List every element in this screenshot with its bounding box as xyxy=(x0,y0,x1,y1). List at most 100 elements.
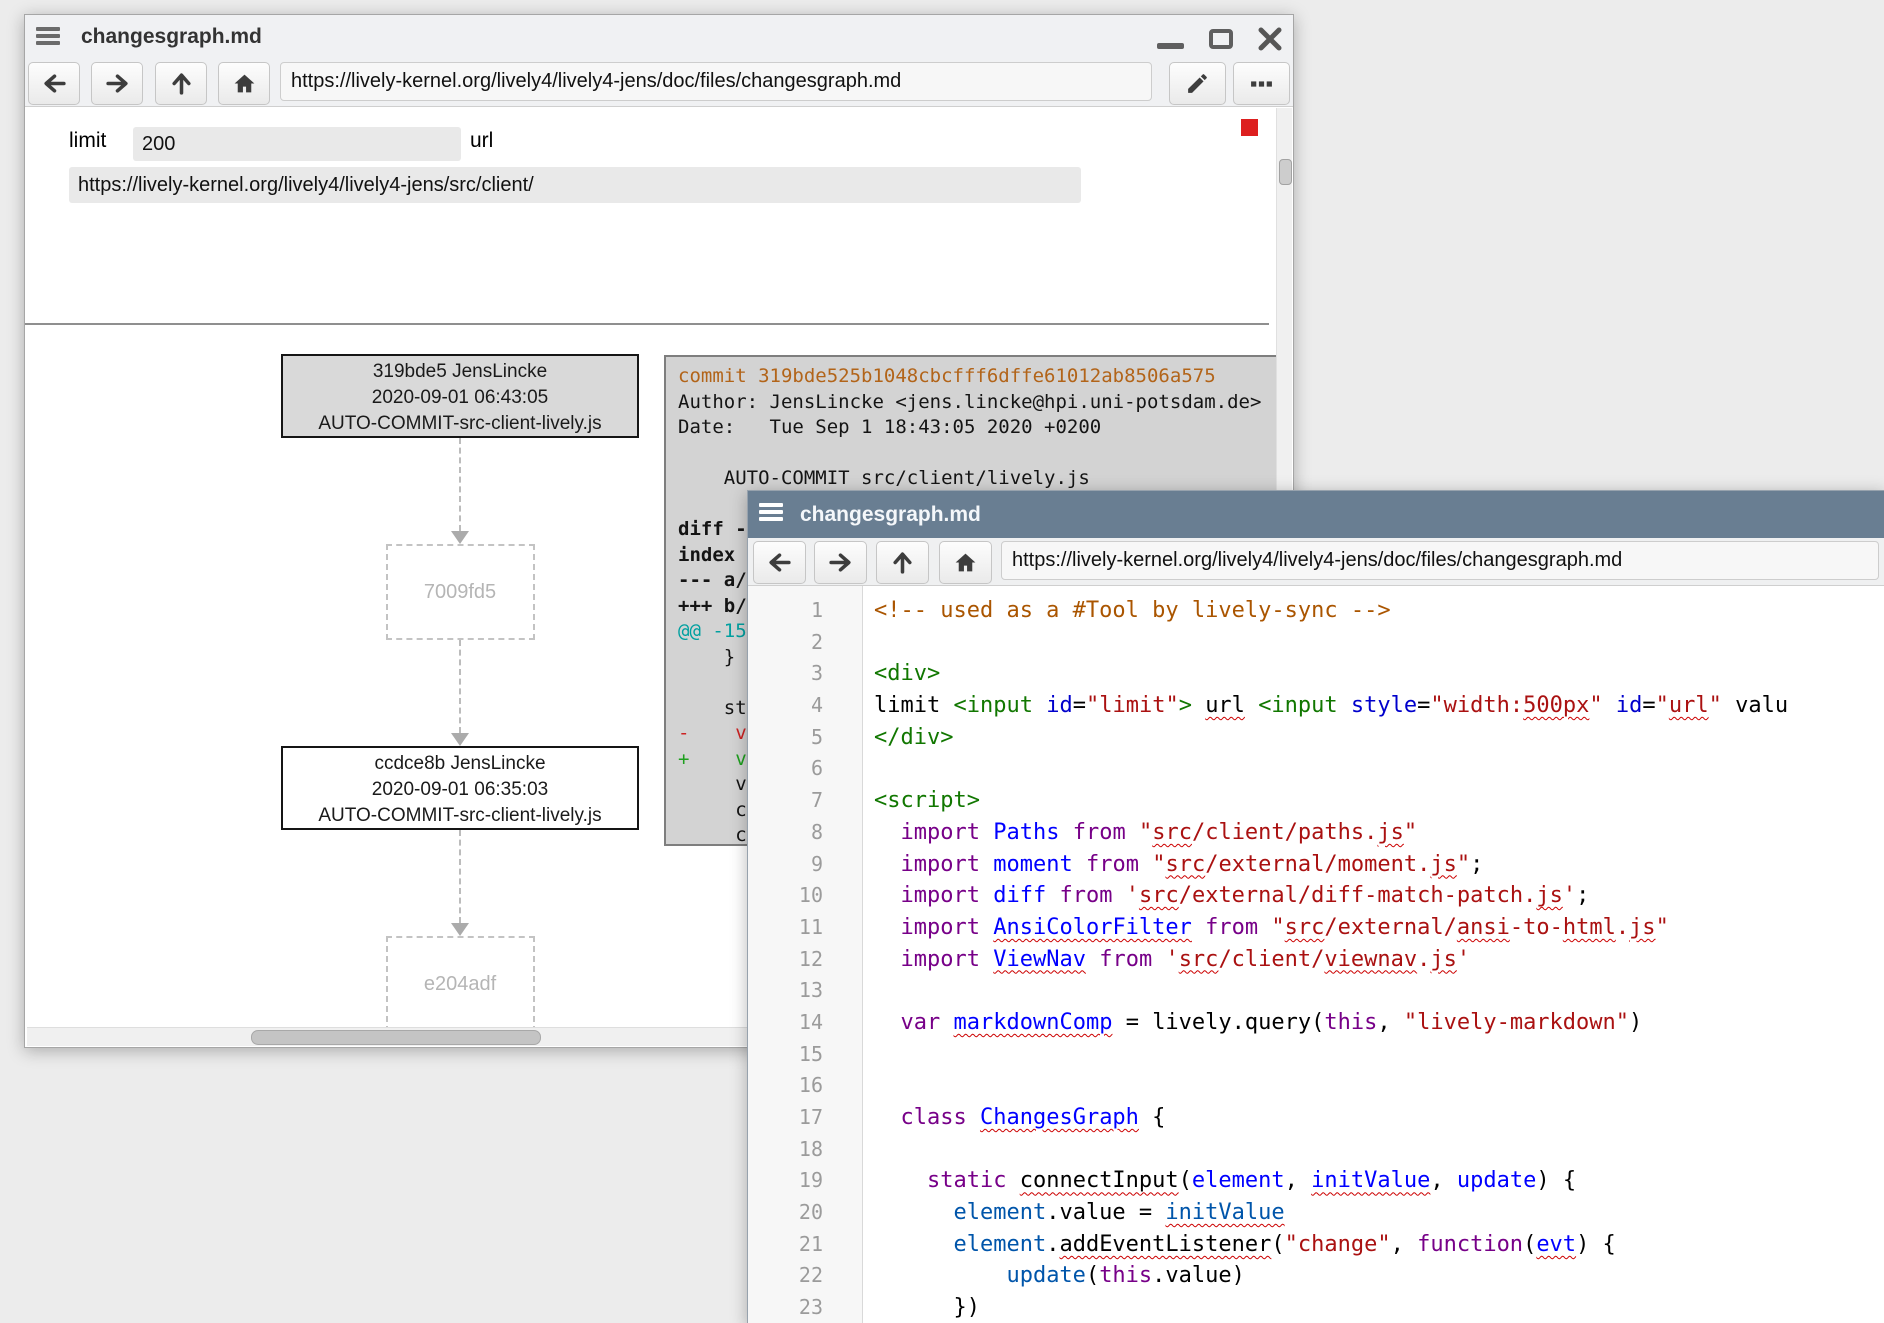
arrow-line xyxy=(459,640,461,733)
minimize-icon[interactable] xyxy=(1157,43,1184,49)
code-text: <!-- used as a #Tool by lively-sync --> xyxy=(823,595,1391,627)
commit-stub-node[interactable]: e204adf xyxy=(386,936,535,1032)
code-line[interactable]: 12 import ViewNav from 'src/client/viewn… xyxy=(748,944,1884,976)
menu-icon[interactable] xyxy=(759,503,783,523)
arrow-left-icon xyxy=(42,71,67,96)
graph-arrow xyxy=(451,830,469,936)
code-line[interactable]: 2 xyxy=(748,627,1884,659)
line-number: 12 xyxy=(748,944,823,976)
desktop: changesgraph.md xyxy=(0,0,1884,1323)
code-editor[interactable]: 1<!-- used as a #Tool by lively-sync -->… xyxy=(748,586,1884,1323)
code-line[interactable]: 3<div> xyxy=(748,658,1884,690)
commit-node-line: 319bde5 JensLincke xyxy=(283,359,637,385)
line-number: 16 xyxy=(748,1070,823,1102)
code-line[interactable]: 10 import diff from 'src/external/diff-m… xyxy=(748,880,1884,912)
arrow-up-icon xyxy=(169,71,194,96)
code-line[interactable]: 6 xyxy=(748,753,1884,785)
line-number: 19 xyxy=(748,1165,823,1197)
arrow-head xyxy=(451,733,469,746)
pane-divider xyxy=(25,323,1269,325)
home-button[interactable] xyxy=(939,541,992,584)
code-line[interactable]: 5</div> xyxy=(748,722,1884,754)
line-number: 17 xyxy=(748,1102,823,1134)
code-line[interactable]: 17 class ChangesGraph { xyxy=(748,1102,1884,1134)
code-line[interactable]: 9 import moment from "src/external/momen… xyxy=(748,849,1884,881)
commit-node[interactable]: 319bde5 JensLincke2020-09-01 06:43:05AUT… xyxy=(281,354,639,438)
more-icon xyxy=(1249,71,1274,96)
code-line[interactable]: 7<script> xyxy=(748,785,1884,817)
forward-button[interactable] xyxy=(91,62,143,105)
graph-arrow xyxy=(451,438,469,544)
code-line[interactable]: 14 var markdownComp = lively.query(this,… xyxy=(748,1007,1884,1039)
pencil-icon xyxy=(1185,71,1210,96)
maximize-icon[interactable] xyxy=(1209,29,1233,49)
line-number: 8 xyxy=(748,817,823,849)
code-line[interactable]: 20 element.value = initValue xyxy=(748,1197,1884,1229)
diff-line xyxy=(678,441,1278,467)
home-button[interactable] xyxy=(218,62,270,105)
up-button[interactable] xyxy=(155,62,207,105)
line-number: 22 xyxy=(748,1260,823,1292)
home-icon xyxy=(953,550,978,575)
code-line[interactable]: 1<!-- used as a #Tool by lively-sync --> xyxy=(748,595,1884,627)
code-line[interactable]: 18 xyxy=(748,1134,1884,1166)
limit-label: limit xyxy=(69,129,106,153)
line-number: 10 xyxy=(748,880,823,912)
more-button[interactable] xyxy=(1233,62,1290,105)
code-line[interactable]: 21 element.addEventListener("change", fu… xyxy=(748,1229,1884,1261)
code-text: element.value = initValue xyxy=(823,1197,1285,1229)
code-text: }) xyxy=(823,1292,980,1323)
front-titlebar[interactable]: changesgraph.md xyxy=(748,491,1884,538)
code-text: <script> xyxy=(823,785,980,817)
limit-input[interactable] xyxy=(133,127,461,161)
code-text: static connectInput(element, initValue, … xyxy=(823,1165,1576,1197)
code-text: element.addEventListener("change", funct… xyxy=(823,1229,1616,1261)
commit-node-line: ccdce8b JensLincke xyxy=(283,751,637,777)
commit-stub-node[interactable]: 7009fd5 xyxy=(386,544,535,640)
code-line[interactable]: 8 import Paths from "src/client/paths.js… xyxy=(748,817,1884,849)
line-number: 3 xyxy=(748,658,823,690)
horizontal-scrollbar-thumb[interactable] xyxy=(251,1030,541,1045)
url-bar[interactable] xyxy=(1001,541,1879,580)
url-bar[interactable] xyxy=(280,62,1152,101)
back-toolbar xyxy=(25,59,1293,107)
code-line[interactable]: 16 xyxy=(748,1070,1884,1102)
vertical-scrollbar-thumb[interactable] xyxy=(1279,159,1292,185)
code-line[interactable]: 23 }) xyxy=(748,1292,1884,1323)
code-line[interactable]: 13 xyxy=(748,975,1884,1007)
menu-icon[interactable] xyxy=(36,27,60,47)
arrow-left-icon xyxy=(767,550,792,575)
code-line[interactable]: 19 static connectInput(element, initValu… xyxy=(748,1165,1884,1197)
back-button[interactable] xyxy=(753,541,806,584)
commit-node[interactable]: ccdce8b JensLincke2020-09-01 06:35:03AUT… xyxy=(281,746,639,830)
arrow-right-icon xyxy=(828,550,853,575)
window-title: changesgraph.md xyxy=(81,15,262,59)
arrow-line xyxy=(459,830,461,923)
commit-node-line: AUTO-COMMIT-src-client-lively.js xyxy=(283,411,637,437)
back-button[interactable] xyxy=(28,62,80,105)
code-line[interactable]: 15 xyxy=(748,1039,1884,1071)
line-number: 15 xyxy=(748,1039,823,1071)
line-number: 9 xyxy=(748,849,823,881)
code-line[interactable]: 11 import AnsiColorFilter from "src/exte… xyxy=(748,912,1884,944)
commit-graph: 319bde5 JensLincke2020-09-01 06:43:05AUT… xyxy=(281,354,639,1032)
code-line[interactable]: 4limit <input id="limit"> url <input sty… xyxy=(748,690,1884,722)
arrow-right-icon xyxy=(105,71,130,96)
window-changesgraph-front[interactable]: changesgraph.md 1<!-- used as a #Tool by… xyxy=(747,490,1884,1323)
close-icon[interactable] xyxy=(1258,27,1282,51)
arrow-up-icon xyxy=(890,550,915,575)
forward-button[interactable] xyxy=(814,541,867,584)
line-number: 2 xyxy=(748,627,823,659)
code-text: import ViewNav from 'src/client/viewnav.… xyxy=(823,944,1470,976)
arrow-head xyxy=(451,531,469,544)
up-button[interactable] xyxy=(876,541,929,584)
line-number: 1 xyxy=(748,595,823,627)
line-number: 13 xyxy=(748,975,823,1007)
line-number: 20 xyxy=(748,1197,823,1229)
line-number: 6 xyxy=(748,753,823,785)
code-text: <div> xyxy=(823,658,940,690)
code-line[interactable]: 22 update(this.value) xyxy=(748,1260,1884,1292)
source-url-input[interactable] xyxy=(69,167,1081,203)
back-titlebar[interactable]: changesgraph.md xyxy=(25,15,1293,60)
edit-button[interactable] xyxy=(1169,62,1226,105)
